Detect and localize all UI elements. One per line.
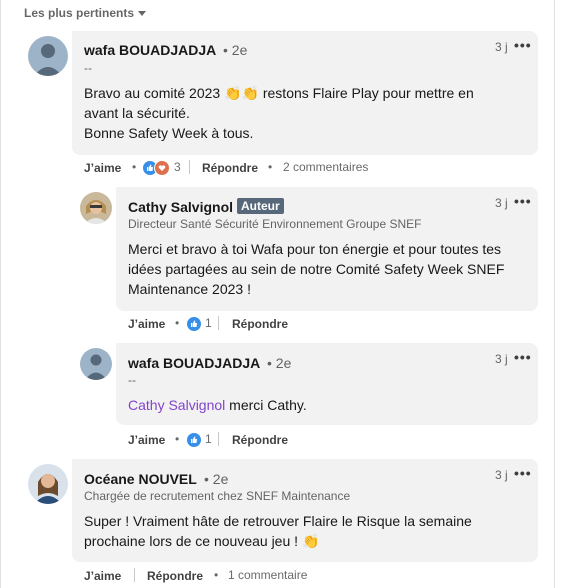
reactions-summary[interactable] — [186, 316, 202, 332]
heart-icon — [154, 160, 170, 176]
separator-dot: • — [175, 316, 180, 330]
separator-dot: • — [268, 160, 273, 174]
like-button[interactable]: J’aime — [84, 161, 121, 175]
reactions-summary[interactable] — [186, 432, 202, 448]
more-horizontal-icon[interactable]: ••• — [514, 37, 532, 53]
comment-text: Super ! Vraiment hâte de retrouver Flair… — [84, 511, 524, 551]
comment-text-line: merci Cathy. — [225, 397, 307, 413]
thumbs-up-icon — [186, 432, 202, 448]
reaction-count[interactable]: 1 — [205, 316, 212, 330]
comment-text-line: Maintenance 2023 ! — [128, 281, 251, 297]
like-button[interactable]: J’aime — [84, 569, 121, 583]
replies-count-link[interactable]: 2 commentaires — [283, 160, 368, 174]
author-headline: Chargée de recrutement chez SNEF Mainten… — [84, 489, 351, 503]
comment-text-line: restons Flaire Play pour mettre en — [262, 85, 474, 101]
clapping-hands-emoji: 👏 — [301, 533, 320, 549]
reply-button[interactable]: Répondre — [232, 433, 288, 447]
divider — [134, 568, 135, 582]
separator-dot: • — [132, 160, 137, 174]
avatar[interactable] — [80, 192, 112, 224]
mention-link[interactable]: Cathy Salvignol — [128, 397, 225, 413]
author-headline: -- — [128, 373, 136, 387]
connection-degree: • 2e — [267, 355, 292, 371]
like-button[interactable]: J’aime — [128, 433, 165, 447]
comment-author[interactable]: Océane NOUVEL — [84, 471, 197, 487]
reaction-count[interactable]: 3 — [174, 160, 181, 174]
separator-dot: • — [214, 568, 219, 582]
comment-text-line: Super ! Vraiment hâte de retrouver Flair… — [84, 513, 472, 529]
connection-degree: • 2e — [204, 471, 229, 487]
divider — [189, 160, 190, 174]
sort-label: Les plus pertinents — [24, 6, 135, 20]
comment-timestamp: 3 j — [495, 468, 508, 482]
author-headline: Directeur Santé Sécurité Environnement G… — [128, 217, 422, 231]
comment-timestamp: 3 j — [495, 352, 508, 366]
comment-timestamp: 3 j — [495, 40, 508, 54]
clapping-hands-emoji: 👏👏 — [224, 85, 259, 101]
caret-down-icon — [138, 11, 147, 16]
panel-border-left — [0, 0, 1, 588]
separator-dot: • — [175, 432, 180, 446]
comment-text-line: idées partagées au sein de notre Comité … — [128, 261, 505, 277]
author-badge: Auteur — [237, 198, 284, 214]
comment-text: Cathy Salvignol merci Cathy. — [128, 395, 528, 415]
reply-button[interactable]: Répondre — [232, 317, 288, 331]
comment-text-line: avant la sécurité. — [84, 105, 190, 121]
author-headline: -- — [84, 61, 92, 75]
divider — [218, 316, 219, 330]
comment-author[interactable]: Cathy Salvignol — [128, 199, 233, 215]
panel-border-right — [554, 0, 555, 588]
comment-text: Merci et bravo à toi Wafa pour ton énerg… — [128, 239, 528, 299]
reply-button[interactable]: Répondre — [202, 161, 258, 175]
thumbs-up-icon — [186, 316, 202, 332]
comment-author[interactable]: wafa BOUADJADJA — [128, 355, 260, 371]
replies-count-link[interactable]: 1 commentaire — [228, 568, 307, 582]
avatar[interactable] — [28, 36, 68, 76]
comment-author[interactable]: wafa BOUADJADJA — [84, 42, 216, 58]
divider — [218, 432, 219, 446]
comment-text-line: Merci et bravo à toi Wafa pour ton énerg… — [128, 241, 502, 257]
comment-text-line: prochaine lors de ce nouveau jeu ! — [84, 533, 299, 549]
sort-dropdown[interactable]: Les plus pertinents — [24, 6, 147, 20]
avatar[interactable] — [80, 348, 112, 380]
comment-text: Bravo au comité 2023 👏👏 restons Flaire P… — [84, 83, 524, 143]
reply-button[interactable]: Répondre — [147, 569, 203, 583]
like-button[interactable]: J’aime — [128, 317, 165, 331]
reactions-summary[interactable] — [142, 160, 170, 176]
more-horizontal-icon[interactable]: ••• — [514, 349, 532, 365]
reaction-count[interactable]: 1 — [205, 432, 212, 446]
more-horizontal-icon[interactable]: ••• — [514, 465, 532, 481]
more-horizontal-icon[interactable]: ••• — [514, 193, 532, 209]
connection-degree: • 2e — [223, 42, 248, 58]
comment-timestamp: 3 j — [495, 196, 508, 210]
avatar[interactable] — [28, 464, 68, 504]
comment-text-line: Bravo au comité 2023 — [84, 85, 221, 101]
comment-text-line: Bonne Safety Week à tous. — [84, 125, 254, 141]
